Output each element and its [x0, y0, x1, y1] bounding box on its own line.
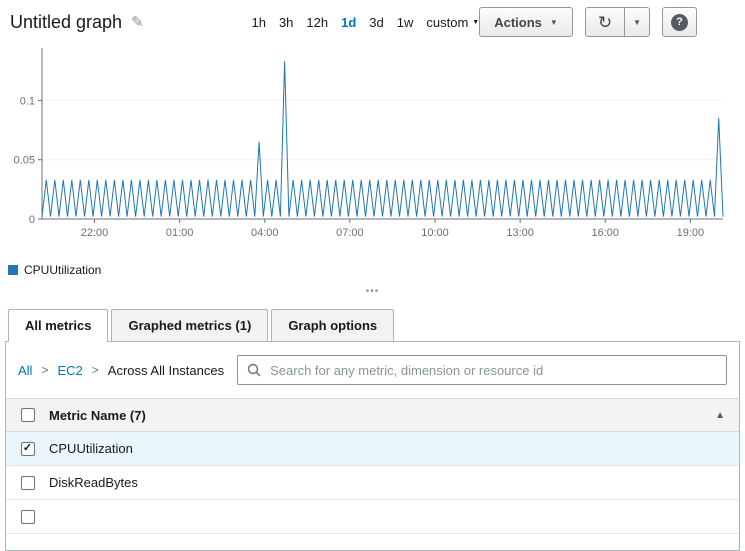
- legend-label[interactable]: CPUUtilization: [24, 263, 101, 277]
- time-range-1h[interactable]: 1h: [251, 15, 265, 30]
- svg-text:07:00: 07:00: [336, 227, 364, 239]
- metric-search: [237, 355, 727, 385]
- actions-button-label: Actions: [494, 15, 542, 30]
- svg-text:04:00: 04:00: [251, 227, 279, 239]
- breadcrumb-separator: >: [92, 363, 99, 377]
- panel-resize-handle[interactable]: •••: [0, 279, 745, 303]
- metric-name-cell[interactable]: CPUUtilization: [49, 441, 739, 456]
- table-row[interactable]: DiskReadBytes: [6, 466, 739, 500]
- table-row-partial[interactable]: [6, 500, 739, 534]
- time-range-3d[interactable]: 3d: [369, 15, 383, 30]
- tab-graphed-metrics[interactable]: Graphed metrics (1): [111, 309, 268, 341]
- legend-swatch: [8, 265, 18, 275]
- check-icon: ✓: [23, 443, 32, 454]
- chevron-down-icon: ▼: [633, 18, 641, 27]
- svg-text:13:00: 13:00: [506, 227, 534, 239]
- metrics-tabs: All metrics Graphed metrics (1) Graph op…: [5, 309, 740, 341]
- chevron-down-icon: ▼: [550, 18, 558, 27]
- breadcrumb-all[interactable]: All: [18, 363, 32, 378]
- actions-button[interactable]: Actions ▼: [479, 7, 573, 37]
- select-all-checkbox[interactable]: [21, 408, 35, 422]
- metric-name-header[interactable]: Metric Name (7): [49, 408, 715, 423]
- time-range-12h[interactable]: 12h: [306, 15, 328, 30]
- time-range-1w[interactable]: 1w: [397, 15, 414, 30]
- help-icon: ?: [671, 14, 688, 31]
- svg-text:01:00: 01:00: [166, 227, 194, 239]
- select-all-cell: [6, 408, 49, 422]
- refresh-button-group: ↻ ▼: [585, 7, 650, 37]
- metric-chart: 0 0.05 0.1 22:00 01:00 04:00 07:00 10:00 13:00 16…: [0, 39, 745, 279]
- metrics-table-header: Metric Name (7) ▲: [6, 399, 739, 432]
- time-range-custom-label: custom: [426, 15, 468, 30]
- time-range-selector: 1h 3h 12h 1d 3d 1w custom ▼: [251, 15, 479, 30]
- svg-text:0: 0: [29, 214, 35, 226]
- time-range-3h[interactable]: 3h: [279, 15, 293, 30]
- svg-text:0.1: 0.1: [20, 95, 35, 107]
- breadcrumb-ec2[interactable]: EC2: [57, 363, 82, 378]
- svg-text:16:00: 16:00: [591, 227, 619, 239]
- metrics-panel: All > EC2 > Across All Instances Metric …: [5, 341, 740, 551]
- graph-title: Untitled graph: [10, 12, 122, 33]
- row-checkbox[interactable]: [21, 476, 35, 490]
- sort-asc-icon[interactable]: ▲: [715, 410, 739, 421]
- svg-text:19:00: 19:00: [677, 227, 705, 239]
- help-button[interactable]: ?: [662, 7, 697, 37]
- time-range-1d[interactable]: 1d: [341, 15, 356, 30]
- row-checkbox-cell: [6, 510, 49, 524]
- svg-text:0.05: 0.05: [14, 155, 35, 167]
- row-checkbox-cell: ✓: [6, 442, 49, 456]
- row-checkbox[interactable]: ✓: [21, 442, 35, 456]
- graph-header: Untitled graph ✎ 1h 3h 12h 1d 3d 1w cust…: [0, 0, 745, 39]
- search-icon: [247, 363, 261, 377]
- graph-title-area: Untitled graph ✎: [10, 12, 251, 33]
- svg-text:22:00: 22:00: [81, 227, 109, 239]
- breadcrumb-separator: >: [41, 363, 48, 377]
- refresh-options-button[interactable]: ▼: [625, 7, 650, 37]
- tab-graph-options[interactable]: Graph options: [271, 309, 394, 341]
- edit-title-icon[interactable]: ✎: [131, 13, 144, 31]
- chevron-down-icon: ▼: [472, 19, 479, 26]
- row-checkbox[interactable]: [21, 510, 35, 524]
- metrics-browse-row: All > EC2 > Across All Instances: [6, 342, 739, 398]
- search-input[interactable]: [268, 362, 717, 379]
- table-row[interactable]: ✓ CPUUtilization: [6, 432, 739, 466]
- breadcrumb-across-all-instances[interactable]: Across All Instances: [108, 363, 224, 378]
- refresh-button[interactable]: ↻: [585, 7, 625, 37]
- tab-all-metrics[interactable]: All metrics: [8, 309, 108, 342]
- time-range-custom[interactable]: custom ▼: [426, 15, 479, 30]
- row-checkbox-cell: [6, 476, 49, 490]
- metrics-section: All metrics Graphed metrics (1) Graph op…: [0, 309, 745, 551]
- chart-canvas[interactable]: 0 0.05 0.1 22:00 01:00 04:00 07:00 10:00 13:00 16…: [0, 39, 745, 254]
- refresh-icon: ↻: [598, 14, 612, 31]
- svg-text:10:00: 10:00: [421, 227, 449, 239]
- graph-toolbar: Actions ▼ ↻ ▼ ?: [479, 7, 735, 37]
- chart-legend: CPUUtilization: [0, 259, 745, 279]
- metric-name-cell[interactable]: DiskReadBytes: [49, 475, 739, 490]
